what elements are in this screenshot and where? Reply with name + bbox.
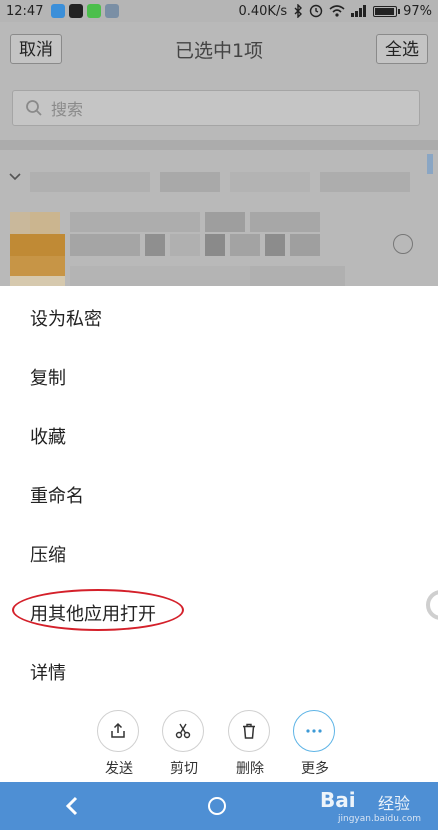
cut-label: 剪切 [170, 761, 198, 777]
more-menu-sheet: 设为私密 复制 收藏 重命名 压缩 用其他应用打开 详情 发送 剪切 删除 更多 [0, 286, 438, 782]
delete-label: 删除 [236, 761, 264, 777]
app-notification-icon [69, 4, 84, 18]
network-speed: 0.40K/s [238, 3, 288, 19]
battery-icon [373, 5, 401, 17]
floating-ball[interactable] [426, 590, 438, 620]
section-divider [0, 140, 438, 150]
share-icon [111, 722, 125, 738]
app-notification-icon [105, 4, 120, 18]
menu-item-details[interactable]: 详情 [30, 659, 66, 685]
bluetooth-icon [294, 4, 303, 18]
status-bar: 12:47 0.40K/s 97% [0, 0, 438, 22]
scissors-icon [175, 723, 191, 739]
status-time: 12:47 [6, 3, 44, 19]
more-dots-icon [306, 729, 322, 733]
menu-item-copy[interactable]: 复制 [30, 364, 66, 390]
more-button[interactable]: 更多 [293, 710, 337, 778]
trash-icon [243, 723, 255, 739]
send-button[interactable]: 发送 [97, 710, 141, 778]
select-radio[interactable] [393, 234, 413, 254]
menu-item-set-private[interactable]: 设为私密 [30, 305, 102, 331]
highlight-circle [12, 589, 184, 631]
menu-item-rename[interactable]: 重命名 [30, 482, 84, 508]
more-label: 更多 [301, 761, 329, 777]
app-notification-icon [51, 4, 66, 18]
search-placeholder: 搜索 [51, 100, 84, 119]
watermark-text: 经验 [378, 794, 411, 813]
home-icon[interactable] [208, 797, 226, 815]
menu-item-compress[interactable]: 压缩 [30, 541, 66, 567]
system-nav-bar: Bai 经验 jingyan.baidu.com [0, 782, 438, 830]
dimmed-background: 取消 已选中1项 全选 搜索 [0, 22, 438, 292]
delete-button[interactable]: 删除 [228, 710, 272, 778]
chevron-down-icon[interactable] [8, 170, 22, 184]
battery-level [375, 7, 395, 15]
menu-item-favorite[interactable]: 收藏 [30, 423, 66, 449]
top-bar: 取消 已选中1项 全选 [0, 22, 438, 78]
search-bar[interactable]: 搜索 [12, 90, 420, 126]
alarm-icon [309, 4, 323, 18]
page-title: 已选中1项 [174, 40, 264, 62]
select-all-button[interactable]: 全选 [376, 34, 428, 64]
send-label: 发送 [105, 761, 133, 777]
notification-icons [51, 4, 120, 18]
scroll-indicator [427, 154, 433, 174]
search-icon [26, 100, 42, 116]
battery-percent: 97% [403, 3, 432, 19]
signal-icon [351, 5, 367, 17]
cut-button[interactable]: 剪切 [162, 710, 206, 778]
back-icon[interactable] [64, 796, 80, 816]
watermark-url: jingyan.baidu.com [338, 814, 422, 824]
app-notification-icon [87, 4, 102, 18]
wifi-icon [329, 5, 345, 17]
watermark-logo: Bai [320, 788, 356, 812]
